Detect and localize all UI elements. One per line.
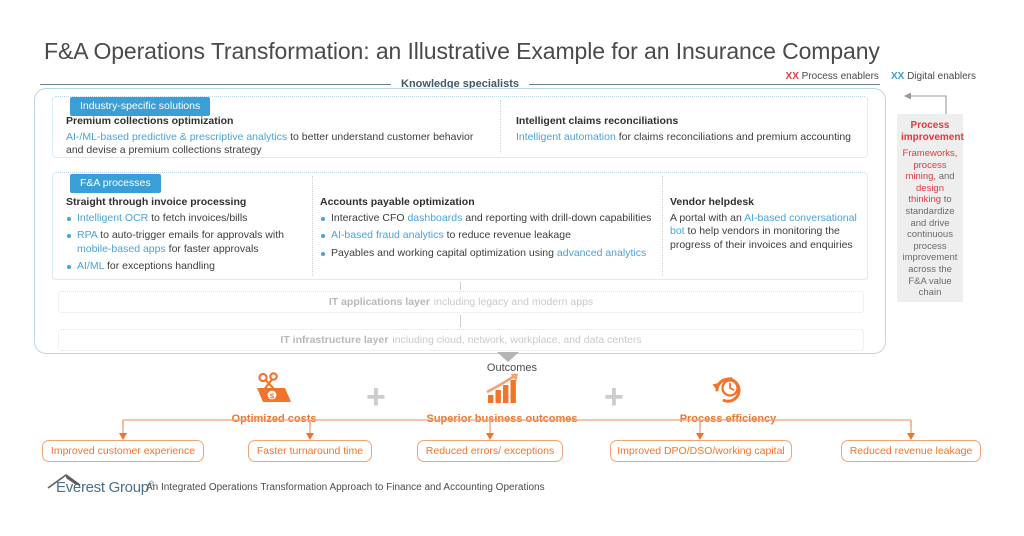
process-improvement-panel: Process improvement Frameworks, process … [897, 114, 964, 302]
premium-collections-heading: Premium collections optimization [66, 115, 234, 127]
process-improvement-title: Process improvement [901, 120, 964, 143]
mid-panel-divider-1 [312, 176, 313, 276]
cost-scissors-icon: $ [257, 372, 291, 402]
stopwatch-icon [712, 377, 741, 403]
list-item: Intelligent OCR to fetch invoices/bills [66, 212, 306, 226]
top-panel-divider [500, 100, 501, 154]
vendor-helpdesk-post: to help vendors in monitoring the progre… [670, 225, 853, 251]
list-item: Payables and working capital optimizatio… [320, 247, 655, 261]
outcome-chip-4[interactable]: Improved DPO/DSO/working capital [610, 440, 792, 462]
bullet-text: to auto-trigger emails for approvals wit… [97, 229, 284, 241]
pi-seg-4: to standardize and drive continuous proc… [902, 194, 958, 299]
legend-digital-label: Digital enablers [907, 71, 976, 82]
straight-through-bullets: Intelligent OCR to fetch invoices/bills … [66, 212, 306, 274]
bullet-text: for exceptions handling [104, 260, 215, 272]
bar-chart-growth-icon [486, 373, 518, 403]
bullet-pre: Interactive CFO [331, 211, 408, 224]
outcome-chip-3[interactable]: Reduced errors/ exceptions [417, 440, 563, 462]
vendor-helpdesk-pre: A portal with an [670, 211, 745, 224]
everest-group-logo: Everest Group® [46, 474, 154, 496]
page-title: F&A Operations Transformation: an Illust… [44, 38, 880, 64]
pi-seg-3: design thinking [908, 182, 944, 206]
divider-line-left [40, 83, 392, 85]
accounts-payable-block: Accounts payable optimization Interactiv… [320, 196, 655, 264]
bullet-highlight: AI/ML [77, 260, 105, 272]
outcome-chip-2[interactable]: Faster turnaround time [248, 440, 372, 462]
outcome-chip-1[interactable]: Improved customer experience [42, 440, 204, 462]
bullet-highlight: advanced analytics [556, 246, 647, 259]
connector-to-it-applications [460, 282, 461, 290]
straight-through-heading: Straight through invoice processing [66, 196, 247, 208]
bullet-pre: Payables and working capital optimizatio… [331, 246, 557, 259]
accounts-payable-heading: Accounts payable optimization [320, 196, 475, 208]
everest-group-name: Everest Group® [56, 479, 154, 496]
footer-caption: An Integrated Operations Transformation … [146, 482, 545, 493]
it-infrastructure-layer: IT infrastructure layer including cloud, … [58, 329, 864, 351]
vendor-helpdesk-block: Vendor helpdesk A portal with an AI-base… [670, 196, 866, 252]
bullet-highlight: Intelligent OCR [77, 211, 149, 224]
mid-panel-divider-2 [662, 176, 663, 276]
vendor-helpdesk-heading: Vendor helpdesk [670, 196, 755, 208]
intelligent-claims-block: Intelligent claims reconciliations Intel… [516, 115, 866, 144]
brand-text: Everest Group [56, 479, 149, 496]
bullet-text: to reduce revenue leakage [443, 229, 571, 241]
list-item: Interactive CFO dashboards and reporting… [320, 212, 655, 226]
process-improvement-body: Frameworks, process mining, and design t… [901, 148, 959, 299]
bullet-highlight-2: mobile-based apps [77, 242, 166, 255]
plus-separator-2: + [604, 378, 624, 416]
intelligent-claims-highlight: Intelligent automation [516, 130, 616, 143]
registered-mark: ® [148, 481, 154, 488]
bullet-highlight: RPA [77, 229, 98, 241]
bullet-text-2: for faster approvals [165, 242, 259, 255]
plus-separator-1: + [366, 378, 386, 416]
premium-collections-highlight: AI-/ML-based predictive & prescriptive a… [66, 130, 288, 143]
intelligent-claims-heading: Intelligent claims reconciliations [516, 115, 679, 127]
connector-between-it-layers [460, 315, 461, 327]
bullet-text: and reporting with drill-down capabiliti… [462, 211, 652, 224]
fa-processes-tag: F&A processes [70, 174, 161, 193]
outcomes-triangle-icon [497, 352, 519, 362]
pi-seg-2: and [936, 171, 955, 183]
premium-collections-block: Premium collections optimization AI-/ML-… [66, 115, 491, 158]
legend-digital-xx: XX [890, 71, 905, 82]
it-infrastructure-rest: including cloud, network, workplace, and… [392, 334, 642, 346]
industry-specific-solutions-tag: Industry-specific solutions [70, 97, 211, 116]
bullet-highlight: dashboards [407, 211, 463, 224]
bullet-text: to fetch invoices/bills [148, 211, 248, 224]
straight-through-invoice-block: Straight through invoice processing Inte… [66, 196, 306, 278]
it-applications-layer: IT applications layer including legacy an… [58, 291, 864, 313]
list-item: AI-based fraud analytics to reduce reven… [320, 229, 655, 243]
list-item: RPA to auto-trigger emails for approvals… [66, 229, 306, 256]
accounts-payable-bullets: Interactive CFO dashboards and reporting… [320, 212, 655, 261]
it-applications-rest: including legacy and modern apps [433, 296, 594, 308]
footer: Everest Group® An Integrated Operations … [46, 474, 545, 496]
divider-line-right [529, 83, 881, 85]
outcome-chip-5[interactable]: Reduced revenue leakage [841, 440, 981, 462]
intelligent-claims-rest: for claims reconciliations and premium a… [615, 130, 852, 143]
process-improvement-arrow-icon [904, 92, 947, 114]
legend-digital-enablers: XX Digital enablers [891, 71, 976, 82]
list-item: AI/ML for exceptions handling [66, 260, 306, 274]
it-infrastructure-bold: IT infrastructure layer [280, 334, 389, 346]
bullet-highlight: AI-based fraud analytics [331, 229, 444, 241]
it-applications-bold: IT applications layer [328, 296, 430, 308]
